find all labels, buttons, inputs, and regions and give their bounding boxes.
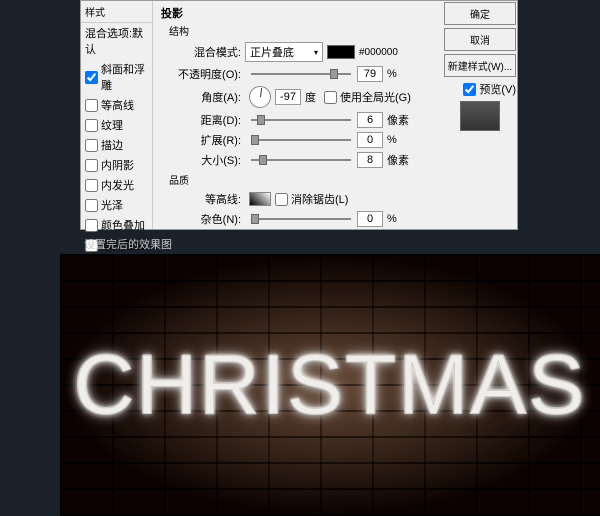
angle-input[interactable] bbox=[275, 89, 301, 105]
angle-dial[interactable] bbox=[249, 86, 271, 108]
size-label: 大小(S): bbox=[173, 152, 241, 168]
sidebar-label-7: 颜色叠加 bbox=[101, 217, 145, 233]
blend-mode-label: 混合模式: bbox=[173, 44, 241, 60]
preview-swatch bbox=[460, 101, 500, 131]
sidebar-item-6[interactable]: 光泽 bbox=[81, 195, 152, 215]
blend-mode-select[interactable]: 正片叠底 bbox=[245, 42, 323, 62]
noise-slider[interactable] bbox=[251, 214, 351, 224]
sidebar-item-3[interactable]: 描边 bbox=[81, 135, 152, 155]
sidebar-checkbox-1[interactable] bbox=[85, 99, 98, 112]
sidebar-label-4: 内阴影 bbox=[101, 157, 134, 173]
preview-toggle[interactable]: 预览(V) bbox=[444, 81, 516, 97]
sidebar-label-3: 描边 bbox=[101, 137, 123, 153]
opacity-slider[interactable] bbox=[251, 69, 351, 79]
distance-slider[interactable] bbox=[251, 115, 351, 125]
angle-label: 角度(A): bbox=[173, 89, 241, 105]
sidebar-label-5: 内发光 bbox=[101, 177, 134, 193]
sidebar-label-2: 纹理 bbox=[101, 117, 123, 133]
distance-label: 距离(D): bbox=[173, 112, 241, 128]
sidebar-item-1[interactable]: 等高线 bbox=[81, 95, 152, 115]
noise-label: 杂色(N): bbox=[173, 211, 241, 227]
spread-slider[interactable] bbox=[251, 135, 351, 145]
sidebar-item-7[interactable]: 颜色叠加 bbox=[81, 215, 152, 235]
size-input[interactable] bbox=[357, 152, 383, 168]
size-row: 大小(S): 像素 bbox=[173, 152, 509, 168]
new-style-button[interactable]: 新建样式(W)... bbox=[444, 54, 516, 77]
sidebar-checkbox-5[interactable] bbox=[85, 179, 98, 192]
noise-input[interactable] bbox=[357, 211, 383, 227]
sidebar-label-6: 光泽 bbox=[101, 197, 123, 213]
sidebar-checkbox-4[interactable] bbox=[85, 159, 98, 172]
sidebar-checkbox-6[interactable] bbox=[85, 199, 98, 212]
spread-label: 扩展(R): bbox=[173, 132, 241, 148]
sidebar-checkbox-2[interactable] bbox=[85, 119, 98, 132]
christmas-text: CHRISTMAS bbox=[74, 337, 587, 434]
size-slider[interactable] bbox=[251, 155, 351, 165]
sidebar-label-0: 斜面和浮雕 bbox=[101, 61, 148, 93]
cancel-button[interactable]: 取消 bbox=[444, 28, 516, 51]
global-light-checkbox[interactable] bbox=[324, 91, 337, 104]
contour-row: 等高线: 消除锯齿(L) bbox=[173, 191, 509, 207]
opacity-input[interactable] bbox=[357, 66, 383, 82]
sidebar-item-2[interactable]: 纹理 bbox=[81, 115, 152, 135]
sidebar-label-1: 等高线 bbox=[101, 97, 134, 113]
sidebar-header: 样式 bbox=[81, 1, 152, 23]
opacity-label: 不透明度(O): bbox=[173, 66, 241, 82]
preview-checkbox[interactable] bbox=[463, 83, 476, 96]
dialog-buttons: 确定 取消 新建样式(W)... 预览(V) bbox=[444, 2, 516, 135]
contour-label: 等高线: bbox=[173, 191, 241, 207]
quality-label: 品质 bbox=[169, 172, 509, 187]
sidebar-checkbox-3[interactable] bbox=[85, 139, 98, 152]
styles-sidebar: 样式 混合选项:默认 斜面和浮雕等高线纹理描边内阴影内发光光泽颜色叠加渐变叠加图… bbox=[81, 1, 153, 229]
spread-input[interactable] bbox=[357, 132, 383, 148]
result-image: CHRISTMAS bbox=[60, 254, 600, 516]
sidebar-item-4[interactable]: 内阴影 bbox=[81, 155, 152, 175]
blend-options-default[interactable]: 混合选项:默认 bbox=[81, 23, 152, 59]
contour-picker[interactable] bbox=[249, 192, 271, 206]
sidebar-item-0[interactable]: 斜面和浮雕 bbox=[81, 59, 152, 95]
hex-value: #000000 bbox=[359, 47, 398, 58]
antialias-checkbox[interactable] bbox=[275, 193, 288, 206]
sidebar-checkbox-7[interactable] bbox=[85, 219, 98, 232]
shadow-color-swatch[interactable] bbox=[327, 45, 355, 59]
ok-button[interactable]: 确定 bbox=[444, 2, 516, 25]
sidebar-item-5[interactable]: 内发光 bbox=[81, 175, 152, 195]
sidebar-checkbox-0[interactable] bbox=[85, 71, 98, 84]
noise-row: 杂色(N): % bbox=[173, 211, 509, 227]
distance-input[interactable] bbox=[357, 112, 383, 128]
result-caption: 设置完后的效果图 bbox=[84, 236, 172, 252]
